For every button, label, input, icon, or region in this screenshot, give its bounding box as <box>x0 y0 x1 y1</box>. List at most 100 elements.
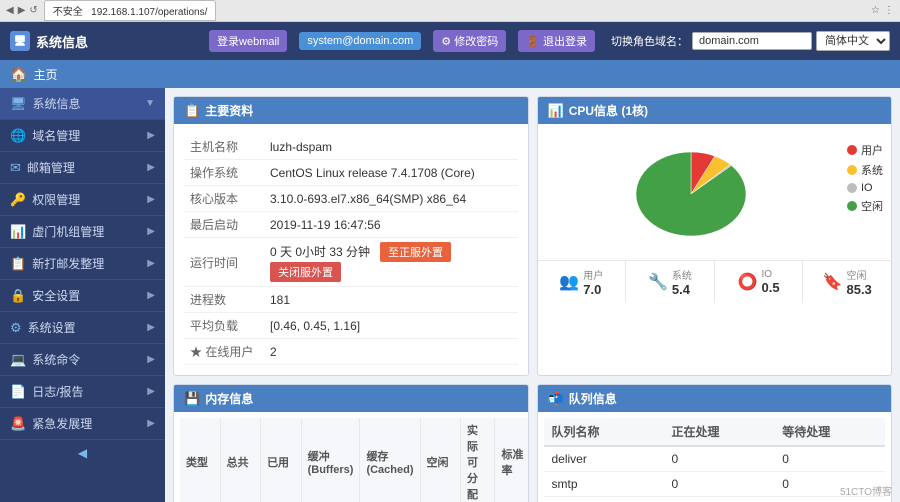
queue-deliver-waiting: 0 <box>774 446 885 472</box>
sidebar-item-logs[interactable]: 📄 日志/报告 ▶ <box>0 376 165 408</box>
legend-area: 用户 系统 IO 空闲 <box>847 132 883 214</box>
app-logo: 🖥 系统信息 <box>10 31 170 51</box>
memory-table: 类型 总共 已用 缓冲(Buffers) 缓存(Cached) 空闲 实际可分配… <box>180 418 529 502</box>
cpu-stat-io: ⭕ IO 0.5 <box>715 261 804 303</box>
kernel-label: 核心版本 <box>184 186 264 212</box>
logs-icon: 📄 <box>10 384 26 400</box>
queue-info-title: 队列信息 <box>569 390 617 407</box>
sidebar-item-mail[interactable]: ✉ 邮箱管理 ▶ <box>0 152 165 184</box>
sidebar-item-sysinfo[interactable]: 🖥 系统信息 ▼ <box>0 88 165 120</box>
domain-email-button[interactable]: system@domain.com <box>299 32 421 50</box>
queue-deliver: deliver <box>544 446 664 472</box>
main-info-header: 📋 主要资料 <box>174 97 528 124</box>
back-icon[interactable]: ◀ <box>6 5 14 16</box>
pie-container <box>546 132 838 252</box>
url-display: 192.168.1.107/operations/ <box>91 7 207 18</box>
sidebar-item-syssettings[interactable]: ⚙ 系统设置 ▶ <box>0 312 165 344</box>
hostname-value: luzh-dspam <box>264 134 518 160</box>
lang-select[interactable]: 简体中文 <box>816 31 890 51</box>
col-buffers: 缓冲(Buffers) <box>301 418 360 502</box>
memory-info-body: 类型 总共 已用 缓冲(Buffers) 缓存(Cached) 空闲 实际可分配… <box>174 412 528 502</box>
queue-smtp-processing: 0 <box>664 472 775 497</box>
uptime-label: 运行时间 <box>184 238 264 287</box>
content-area: 📋 主要资料 主机名称 luzh-dspam 操作系统 CentOS Linux… <box>165 88 900 502</box>
online-value: 2 <box>264 339 518 365</box>
table-row: deliver 0 0 <box>544 446 886 472</box>
system-stat-inner: 系统 5.4 <box>672 267 692 297</box>
cpu-info-title: CPU信息 (1核) <box>569 102 648 119</box>
main-info-title: 主要资料 <box>205 102 253 119</box>
header-domain: 切换角色域名： 简体中文 <box>611 31 890 51</box>
sidebar-item-label: 日志/报告 <box>32 383 141 400</box>
io-stat-value: 0.5 <box>761 280 779 295</box>
forward-icon[interactable]: ▶ <box>18 5 26 16</box>
syssettings-icon: ⚙ <box>10 320 22 336</box>
collapse-icon: ◀ <box>78 446 87 460</box>
queue-info-header: 📬 队列信息 <box>538 385 892 412</box>
process-value: 181 <box>264 287 518 313</box>
main-layout: 🖥 系统信息 ▼ 🌐 域名管理 ▶ ✉ 邮箱管理 ▶ 🔑 权限管理 ▶ 📊 虚门… <box>0 88 900 502</box>
login-webmail-button[interactable]: 登录webmail <box>209 30 287 52</box>
col-rate: 标准率 <box>495 418 529 502</box>
chevron-icon: ▶ <box>147 418 155 429</box>
table-row: 最后启动 2019-11-19 16:47:56 <box>184 212 518 238</box>
home-icon: 🏠 <box>10 66 27 83</box>
sidebar-item-label: 域名管理 <box>32 127 141 144</box>
sidebar-item-vmgroup[interactable]: 📊 虚门机组管理 ▶ <box>0 216 165 248</box>
user-stat-value: 7.0 <box>583 282 601 297</box>
star-icon[interactable]: ☆ <box>871 5 880 16</box>
memory-header-icon: 💾 <box>184 391 200 407</box>
table-row: 核心版本 3.10.0-693.el7.x86_64(SMP) x86_64 <box>184 186 518 212</box>
syscmd-icon: 💻 <box>10 352 26 368</box>
reload-icon[interactable]: ↺ <box>29 5 37 16</box>
legend-item-idle: 空闲 <box>847 198 883 214</box>
col-cached: 缓存(Cached) <box>360 418 420 502</box>
boot-value: 2019-11-19 16:47:56 <box>264 212 518 238</box>
legend-item-io: IO <box>847 182 883 194</box>
sidebar-item-domain[interactable]: 🌐 域名管理 ▶ <box>0 120 165 152</box>
mail-icon: ✉ <box>10 160 21 176</box>
sidebar-collapse-btn[interactable]: ◀ <box>0 440 165 466</box>
col-used: 已用 <box>261 418 302 502</box>
memory-info-title: 内存信息 <box>205 390 253 407</box>
legend-label-system: 系统 <box>861 162 883 178</box>
kernel-value: 3.10.0-693.el7.x86_64(SMP) x86_64 <box>264 186 518 212</box>
sidebar-item-label: 系统命令 <box>32 351 141 368</box>
table-row: 进程数 181 <box>184 287 518 313</box>
queue-table-body: deliver 0 0 smtp 0 0 review <box>544 446 886 502</box>
sidebar-item-security[interactable]: 🔒 安全设置 ▶ <box>0 280 165 312</box>
sidebar-item-label: 新打邮发整理 <box>32 255 141 272</box>
domain-input[interactable] <box>692 32 812 50</box>
sidebar-item-syscmd[interactable]: 💻 系统命令 ▶ <box>0 344 165 376</box>
uptime-btn2-button[interactable]: 关闭服外置 <box>270 262 341 282</box>
system-stat-icon: 🔧 <box>648 272 668 292</box>
menu-icon[interactable]: ⋮ <box>884 5 894 16</box>
os-label: 操作系统 <box>184 160 264 186</box>
idle-stat-value: 85.3 <box>846 282 871 297</box>
idle-stat-icon: 🔖 <box>823 272 843 292</box>
online-label: ★ 在线用户 <box>184 339 264 365</box>
queue-deliver-processing: 0 <box>664 446 775 472</box>
cpu-info-header: 📊 CPU信息 (1核) <box>538 97 892 124</box>
watermark: 51CTO博客 <box>840 483 892 498</box>
sidebar-item-auth[interactable]: 🔑 权限管理 ▶ <box>0 184 165 216</box>
legend-item-user: 用户 <box>847 142 883 158</box>
system-stat-label: 系统 <box>672 267 692 282</box>
col-waiting: 等待处理 <box>774 418 885 446</box>
uptime-btn1-button[interactable]: 至正服外置 <box>380 242 451 262</box>
sidebar-item-mailsort[interactable]: 📋 新打邮发整理 ▶ <box>0 248 165 280</box>
logout-button[interactable]: 🚪 退出登录 <box>518 30 595 52</box>
security-warning: 不安全 <box>53 7 83 18</box>
info-header-icon: 📋 <box>184 103 200 119</box>
settings-button[interactable]: ⚙ 修改密码 <box>433 30 506 52</box>
domain-label: 切换角色域名： <box>611 33 688 49</box>
queue-table-header: 队列名称 正在处理 等待处理 <box>544 418 886 446</box>
legend-item-system: 系统 <box>847 162 883 178</box>
browser-tab[interactable]: 不安全 192.168.1.107/operations/ <box>44 0 217 21</box>
chevron-icon: ▶ <box>147 290 155 301</box>
idle-stat-inner: 空闲 85.3 <box>846 267 871 297</box>
cpu-stats: 👥 用户 7.0 🔧 系统 5.4 ⭕ <box>538 260 892 303</box>
chevron-icon: ▶ <box>147 354 155 365</box>
queue-review: review <box>544 497 664 502</box>
sidebar-item-emergency[interactable]: 🚨 紧急发展理 ▶ <box>0 408 165 440</box>
